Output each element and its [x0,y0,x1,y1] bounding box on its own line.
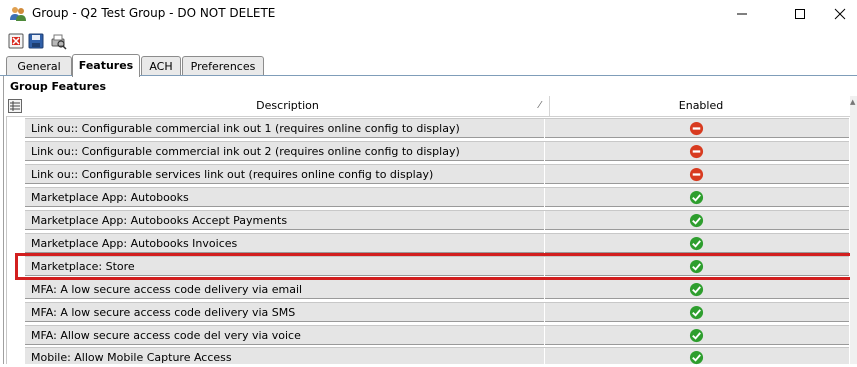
table-row[interactable]: Marketplace App: Autobooks Accept Paymen… [25,210,849,230]
minimize-button[interactable] [719,0,765,28]
maximize-icon [795,9,805,19]
column-chooser-icon[interactable] [8,99,22,113]
table-row[interactable]: Marketplace App: Autobooks Invoices [25,233,849,253]
grid-left-border [6,116,7,364]
row-description: Marketplace App: Autobooks [31,191,189,204]
delete-icon [8,33,24,49]
save-icon [28,33,44,49]
enabled-check-icon [689,236,704,251]
enabled-cell[interactable] [544,188,850,207]
disabled-status-icon [689,121,704,136]
close-icon [834,8,846,20]
enabled-cell[interactable] [544,119,850,138]
table-row[interactable]: MFA: A low secure access code delivery v… [25,302,849,322]
table-row[interactable]: Link ou:: Configurable commercial ink ou… [25,118,849,138]
enabled-cell[interactable] [544,303,850,322]
toolbar [0,28,857,54]
enabled-check-icon [689,305,704,320]
close-button[interactable] [817,0,857,28]
row-description: Marketplace App: Autobooks Accept Paymen… [31,214,288,227]
table-row[interactable]: MFA: Allow secure access code del very v… [25,325,849,345]
minimize-icon [737,13,747,15]
delete-button[interactable] [7,32,25,50]
enabled-cell[interactable] [544,348,850,367]
scroll-up-icon[interactable]: ▲ [850,98,855,106]
enabled-check-icon [689,190,704,205]
row-description: Link ou:: Configurable commercial ink ou… [31,145,460,158]
column-header-enabled[interactable]: Enabled [550,96,852,116]
table-row[interactable]: Mobile: Allow Mobile Capture Access [25,347,850,367]
title-bar: Group - Q2 Test Group - DO NOT DELETE [0,0,857,28]
tab-preferences[interactable]: Preferences [182,56,264,76]
save-button[interactable] [27,32,45,50]
disabled-status-icon [689,144,704,159]
enabled-cell[interactable] [544,234,850,253]
row-description: MFA: Allow secure access code del very v… [31,329,301,342]
print-preview-icon [51,34,67,50]
enabled-cell[interactable] [544,142,850,161]
column-header-description[interactable]: Description [26,96,550,116]
row-description: Mobile: Allow Mobile Capture Access [31,351,232,364]
group-features-title: Group Features [10,80,107,93]
enabled-cell[interactable] [544,211,850,230]
disabled-status-icon [689,167,704,182]
enabled-check-icon [689,259,704,274]
vertical-scrollbar[interactable]: ▲ [850,96,857,364]
table-row-highlighted[interactable]: Marketplace: Store [25,256,849,276]
enabled-cell[interactable] [544,257,850,276]
enabled-check-icon [689,350,704,365]
row-description: Link ou:: Configurable services link out… [31,168,434,181]
print-preview-button[interactable] [49,32,67,50]
table-row[interactable]: Link ou:: Configurable commercial ink ou… [25,141,849,161]
users-icon [10,7,26,21]
sort-indicator-icon: ⁄ [539,100,541,111]
enabled-check-icon [689,328,704,343]
tab-features[interactable]: Features [72,54,140,77]
window-title: Group - Q2 Test Group - DO NOT DELETE [32,6,276,20]
row-description: Marketplace: Store [31,260,135,273]
row-description: MFA: A low secure access code delivery v… [31,283,303,296]
row-description: MFA: A low secure access code delivery v… [31,306,296,319]
enabled-cell[interactable] [544,165,850,184]
enabled-check-icon [689,213,704,228]
table-row[interactable]: Link ou:: Configurable services link out… [25,164,849,184]
enabled-cell[interactable] [544,326,850,345]
enabled-check-icon [689,282,704,297]
tab-ach[interactable]: ACH [141,56,181,76]
tab-strip: General Features ACH Preferences [0,54,857,77]
table-row[interactable]: Marketplace App: Autobooks [25,187,849,207]
row-description: Link ou:: Configurable commercial ink ou… [31,122,460,135]
table-row[interactable]: MFA: A low secure access code delivery v… [25,279,849,299]
enabled-cell[interactable] [544,280,850,299]
row-description: Marketplace App: Autobooks Invoices [31,237,238,250]
grid-header: Description ⁄ Enabled [6,96,852,117]
tab-general[interactable]: General [6,56,72,76]
